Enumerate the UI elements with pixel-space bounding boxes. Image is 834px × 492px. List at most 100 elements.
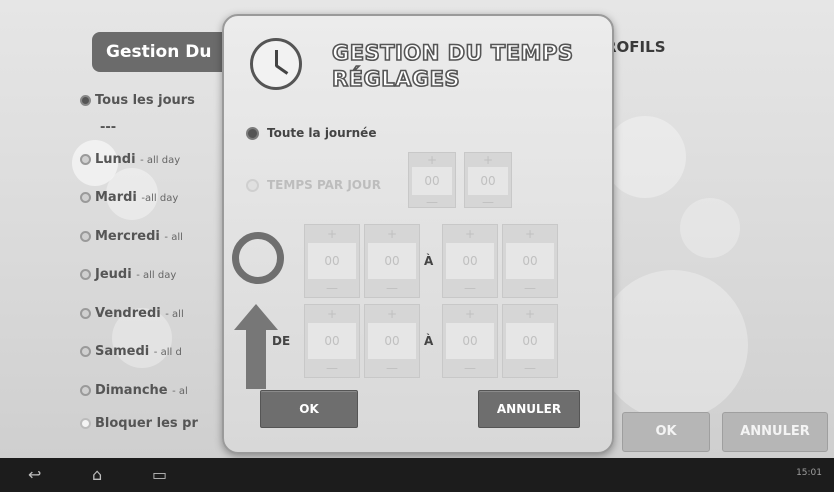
day-option-sub: - all xyxy=(165,309,184,320)
day-option-sub: - all day xyxy=(136,270,177,281)
day-option-sub: - all day xyxy=(140,155,181,166)
range2-to-hours-spinner[interactable]: + 00 — xyxy=(442,304,498,378)
radio-icon xyxy=(80,154,91,165)
day-option-friday[interactable]: Vendredi - all xyxy=(80,306,184,321)
spinner-value: 00 xyxy=(368,243,416,279)
spinner-value: 00 xyxy=(446,243,494,279)
plus-icon[interactable]: + xyxy=(465,153,511,167)
bubble-decoration xyxy=(598,270,748,420)
spinner-value: 00 xyxy=(506,323,554,359)
day-option-label: Mardi xyxy=(95,190,137,205)
clock-icon xyxy=(250,38,302,90)
day-option-sunday[interactable]: Dimanche - al xyxy=(80,383,188,398)
android-nav-bar: ↩ ⌂ ▭ 15:01 xyxy=(0,458,834,492)
range1-to-hours-spinner[interactable]: + 00 — xyxy=(442,224,498,298)
day-option-saturday[interactable]: Samedi - all d xyxy=(80,344,182,359)
minus-icon[interactable]: — xyxy=(305,359,359,377)
day-option-tuesday[interactable]: Mardi -all day xyxy=(80,190,178,205)
plus-icon[interactable]: + xyxy=(365,305,419,323)
spinner-value: 00 xyxy=(468,167,508,195)
dialog-subtitle: RÉGLAGES xyxy=(331,66,461,92)
plus-icon[interactable]: + xyxy=(503,305,557,323)
plus-icon[interactable]: + xyxy=(305,305,359,323)
time-settings-dialog: GESTION DU TEMPS RÉGLAGES Toute la journ… xyxy=(222,14,614,454)
separator-dashes: --- xyxy=(100,120,117,135)
back-icon[interactable]: ↩ xyxy=(28,467,41,483)
day-option-label: Tous les jours xyxy=(95,93,195,108)
minus-icon[interactable]: — xyxy=(443,279,497,297)
arrow-up-icon xyxy=(234,304,278,330)
dialog-cancel-button[interactable]: ANNULER xyxy=(478,390,580,428)
minus-icon[interactable]: — xyxy=(503,279,557,297)
label-to: À xyxy=(424,334,434,348)
plus-icon[interactable]: + xyxy=(503,225,557,243)
time-per-day-hours-spinner[interactable]: + 00 — xyxy=(408,152,456,209)
spinner-value: 00 xyxy=(446,323,494,359)
background-cancel-button[interactable]: ANNULER xyxy=(722,412,828,452)
plus-icon[interactable]: + xyxy=(443,305,497,323)
radio-icon xyxy=(80,385,91,396)
day-option-sub: - all xyxy=(164,232,183,243)
plus-icon[interactable]: + xyxy=(365,225,419,243)
app-screen: Gestion Du ROFILS Tous les jours --- Lun… xyxy=(0,0,834,458)
label-to: À xyxy=(424,254,434,268)
plus-icon[interactable]: + xyxy=(443,225,497,243)
spinner-value: 00 xyxy=(368,323,416,359)
day-option-label: Dimanche xyxy=(95,383,168,398)
day-option-sub: - al xyxy=(172,386,188,397)
day-option-label: Jeudi xyxy=(95,267,132,282)
background-ok-button[interactable]: OK xyxy=(622,412,710,452)
minus-icon[interactable]: — xyxy=(365,359,419,377)
block-profiles-option[interactable]: Bloquer les pr xyxy=(80,416,198,431)
option-all-day-label: Toute la journée xyxy=(267,126,377,140)
plus-icon[interactable]: + xyxy=(409,153,455,167)
minus-icon[interactable]: — xyxy=(305,279,359,297)
dialog-title: GESTION DU TEMPS xyxy=(331,40,574,66)
day-option-thursday[interactable]: Jeudi - all day xyxy=(80,267,176,282)
background-profiles-label: ROFILS xyxy=(605,38,666,56)
minus-icon[interactable]: — xyxy=(365,279,419,297)
day-option-label: Mercredi xyxy=(95,229,160,244)
option-time-per-day[interactable]: TEMPS PAR JOUR xyxy=(246,178,381,192)
spinner-value: 00 xyxy=(308,243,356,279)
home-icon[interactable]: ⌂ xyxy=(92,467,102,483)
time-per-day-minutes-spinner[interactable]: + 00 — xyxy=(464,152,512,209)
bubble-decoration xyxy=(604,116,686,198)
day-option-monday[interactable]: Lundi - all day xyxy=(80,152,180,167)
plus-icon[interactable]: + xyxy=(305,225,359,243)
day-option-sub: - all d xyxy=(153,347,182,358)
option-time-per-day-label: TEMPS PAR JOUR xyxy=(267,178,381,192)
range2-from-hours-spinner[interactable]: + 00 — xyxy=(304,304,360,378)
option-all-day[interactable]: Toute la journée xyxy=(246,126,376,140)
minus-icon[interactable]: — xyxy=(465,195,511,209)
range2-from-minutes-spinner[interactable]: + 00 — xyxy=(364,304,420,378)
bubble-decoration xyxy=(680,198,740,258)
range2-to-minutes-spinner[interactable]: + 00 — xyxy=(502,304,558,378)
radio-icon xyxy=(80,308,91,319)
recent-apps-icon[interactable]: ▭ xyxy=(152,467,167,483)
day-option-label: Vendredi xyxy=(95,306,161,321)
range1-to-minutes-spinner[interactable]: + 00 — xyxy=(502,224,558,298)
range1-from-hours-spinner[interactable]: + 00 — xyxy=(304,224,360,298)
highlight-circle-marker xyxy=(232,232,284,284)
dialog-ok-button[interactable]: OK xyxy=(260,390,358,428)
day-option-label: Samedi xyxy=(95,344,150,359)
day-option-wednesday[interactable]: Mercredi - all xyxy=(80,229,183,244)
radio-icon xyxy=(80,346,91,357)
day-option-sub: -all day xyxy=(141,193,179,204)
minus-icon[interactable]: — xyxy=(503,359,557,377)
background-title: Gestion Du xyxy=(92,32,232,72)
status-time: 15:01 xyxy=(796,468,822,478)
minus-icon[interactable]: — xyxy=(409,195,455,209)
radio-icon xyxy=(246,179,259,192)
spinner-value: 00 xyxy=(506,243,554,279)
radio-icon xyxy=(80,269,91,280)
range1-from-minutes-spinner[interactable]: + 00 — xyxy=(364,224,420,298)
minus-icon[interactable]: — xyxy=(443,359,497,377)
day-option-label: Lundi xyxy=(95,152,136,167)
radio-selected-icon xyxy=(80,95,91,106)
spinner-value: 00 xyxy=(412,167,452,195)
radio-icon xyxy=(80,231,91,242)
block-profiles-label: Bloquer les pr xyxy=(95,416,198,431)
day-option-every-day[interactable]: Tous les jours xyxy=(80,93,195,108)
